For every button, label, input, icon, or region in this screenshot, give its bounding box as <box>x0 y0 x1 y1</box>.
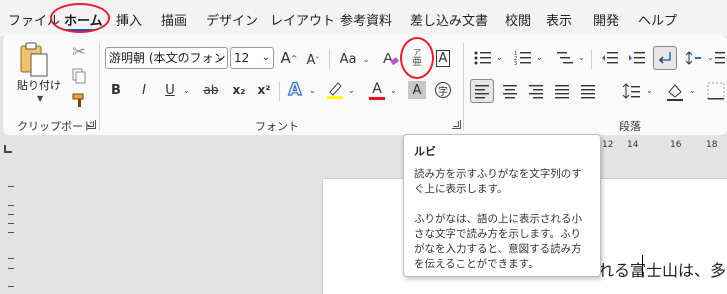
shrink-font-icon[interactable]: Aˇ <box>303 49 323 71</box>
tab-mailings[interactable]: 差し込み文書 <box>410 10 488 29</box>
change-case-dropdown-icon[interactable]: ⌄ <box>363 55 370 64</box>
group-divider <box>329 49 330 69</box>
text-effects-icon[interactable]: A <box>284 78 306 102</box>
shading-icon[interactable] <box>663 79 687 103</box>
copy-icon[interactable] <box>69 66 89 86</box>
distributed-icon[interactable] <box>576 79 600 103</box>
clipboard-group-label: クリップボード <box>17 120 94 133</box>
font-name-combobox[interactable]: 游明朝 (本文のフォン ⌄ <box>105 47 228 69</box>
highlighter-icon[interactable] <box>325 79 345 101</box>
enclose-characters-icon[interactable]: 字 <box>433 80 453 100</box>
ruler-number: 16 <box>670 140 682 150</box>
align-left-button[interactable] <box>470 79 494 103</box>
line-and-paragraph-spacing-icon[interactable] <box>620 79 644 103</box>
italic-icon[interactable]: I <box>135 80 153 100</box>
ribbon-home: 貼り付け ▼ ✂ クリップボード 游明朝 (本文のフォン ⌄ 12 ⌄ A ^ A… <box>3 35 727 135</box>
svg-text:3: 3 <box>514 61 517 66</box>
tab-references[interactable]: 参考資料 <box>340 10 392 29</box>
shading-dropdown-icon[interactable]: ⌄ <box>689 86 696 95</box>
group-divider <box>99 43 100 131</box>
font-color-dropdown-icon[interactable]: ⌄ <box>390 86 397 95</box>
tab-selector-icon[interactable] <box>4 145 12 153</box>
font-group-label: フォント <box>255 120 299 133</box>
vertical-ruler[interactable] <box>0 159 24 294</box>
superscript-icon[interactable]: x² <box>255 80 273 100</box>
text-effects-dropdown-icon[interactable]: ⌄ <box>309 86 316 95</box>
font-size-value: 12 <box>234 51 250 65</box>
grow-font-icon[interactable]: A ^ <box>279 47 299 69</box>
group-divider <box>279 81 280 101</box>
line-and-paragraph-spacing-dropdown-icon[interactable]: ⌄ <box>646 86 653 95</box>
group-divider <box>463 43 464 131</box>
decrease-indent-icon[interactable] <box>599 47 621 69</box>
svg-text:A: A <box>383 50 393 67</box>
format-painter-icon[interactable] <box>69 90 89 110</box>
clipboard-launcher-icon[interactable] <box>87 120 96 129</box>
sort-icon[interactable] <box>713 47 727 69</box>
align-center-icon[interactable] <box>498 79 522 103</box>
ruler-number: 14 <box>627 140 639 150</box>
tooltip-title: ルビ <box>414 145 436 158</box>
ribbon-tab-bar: ファイル ホーム 挿入 描画 デザイン レイアウト 参考資料 差し込み文書 校閲… <box>0 0 727 36</box>
change-case-icon[interactable]: Aa <box>336 49 360 69</box>
bullets-icon[interactable] <box>472 47 494 69</box>
tab-view[interactable]: 表示 <box>546 10 572 29</box>
line-spacing-icon[interactable] <box>683 47 705 69</box>
paste-label[interactable]: 貼り付け <box>17 77 61 93</box>
justify-icon[interactable] <box>550 79 574 103</box>
tab-design[interactable]: デザイン <box>206 10 258 29</box>
increase-indent-icon[interactable] <box>626 47 648 69</box>
tab-draw[interactable]: 描画 <box>161 10 187 29</box>
tab-help[interactable]: ヘルプ <box>638 10 677 29</box>
borders-icon[interactable] <box>705 79 727 103</box>
chevron-down-icon[interactable]: ⌄ <box>216 48 224 68</box>
highlighter-dropdown-icon[interactable]: ⌄ <box>348 86 355 95</box>
clear-formatting-icon[interactable]: A <box>380 47 402 69</box>
bold-icon[interactable]: B <box>107 80 125 100</box>
font-color-icon[interactable]: A <box>367 78 387 102</box>
subscript-icon[interactable]: x₂ <box>230 80 248 100</box>
bullets-dropdown-icon[interactable]: ⌄ <box>496 53 503 62</box>
strikethrough-icon[interactable]: ab <box>200 80 222 100</box>
document-text[interactable]: れる富士山は、多 <box>598 257 726 281</box>
font-launcher-icon[interactable] <box>452 120 461 129</box>
character-shading-icon[interactable]: A <box>408 81 426 99</box>
cut-icon[interactable]: ✂ <box>69 41 89 61</box>
align-right-icon[interactable] <box>524 79 548 103</box>
numbering-icon[interactable]: 123 <box>512 47 534 69</box>
text-cursor <box>642 255 643 276</box>
paste-icon[interactable] <box>15 41 53 79</box>
horizontal-ruler[interactable]: 12 14 16 18 <box>0 135 727 159</box>
tab-review[interactable]: 校閲 <box>505 10 531 29</box>
font-size-combobox[interactable]: 12 ⌄ <box>230 47 274 69</box>
show-paragraph-marks-button[interactable] <box>653 46 677 70</box>
tab-layout[interactable]: レイアウト <box>270 10 335 29</box>
multilevel-list-dropdown-icon[interactable]: ⌄ <box>578 53 585 62</box>
numbering-dropdown-icon[interactable]: ⌄ <box>536 53 543 62</box>
ruler-number: 18 <box>706 140 718 150</box>
underline-icon[interactable]: U <box>161 80 179 100</box>
ruby-button-highlight-circle <box>400 37 434 79</box>
tab-developer[interactable]: 開発 <box>593 10 619 29</box>
ruler-number: 12 <box>602 140 614 150</box>
paste-dropdown-icon[interactable]: ▼ <box>37 94 43 103</box>
character-border-icon[interactable]: A <box>433 47 453 69</box>
font-name-value: 游明朝 (本文のフォン <box>109 51 226 65</box>
tab-insert[interactable]: 挿入 <box>116 10 142 29</box>
home-tab-highlight-circle <box>50 3 110 33</box>
group-divider <box>591 49 592 69</box>
chevron-down-icon[interactable]: ⌄ <box>262 48 270 68</box>
underline-dropdown-icon[interactable]: ⌄ <box>183 86 190 95</box>
ruby-tooltip: ルビ 読み方を示すふりがなを文字列のすぐ上に表示します。 ふりがなは、語の上に表… <box>403 134 601 277</box>
paragraph-group-label: 段落 <box>619 120 641 133</box>
multilevel-list-icon[interactable] <box>554 47 576 69</box>
tooltip-body: 読み方を示すふりがなを文字列のすぐ上に表示します。 ふりがなは、語の上に表示され… <box>414 168 582 270</box>
